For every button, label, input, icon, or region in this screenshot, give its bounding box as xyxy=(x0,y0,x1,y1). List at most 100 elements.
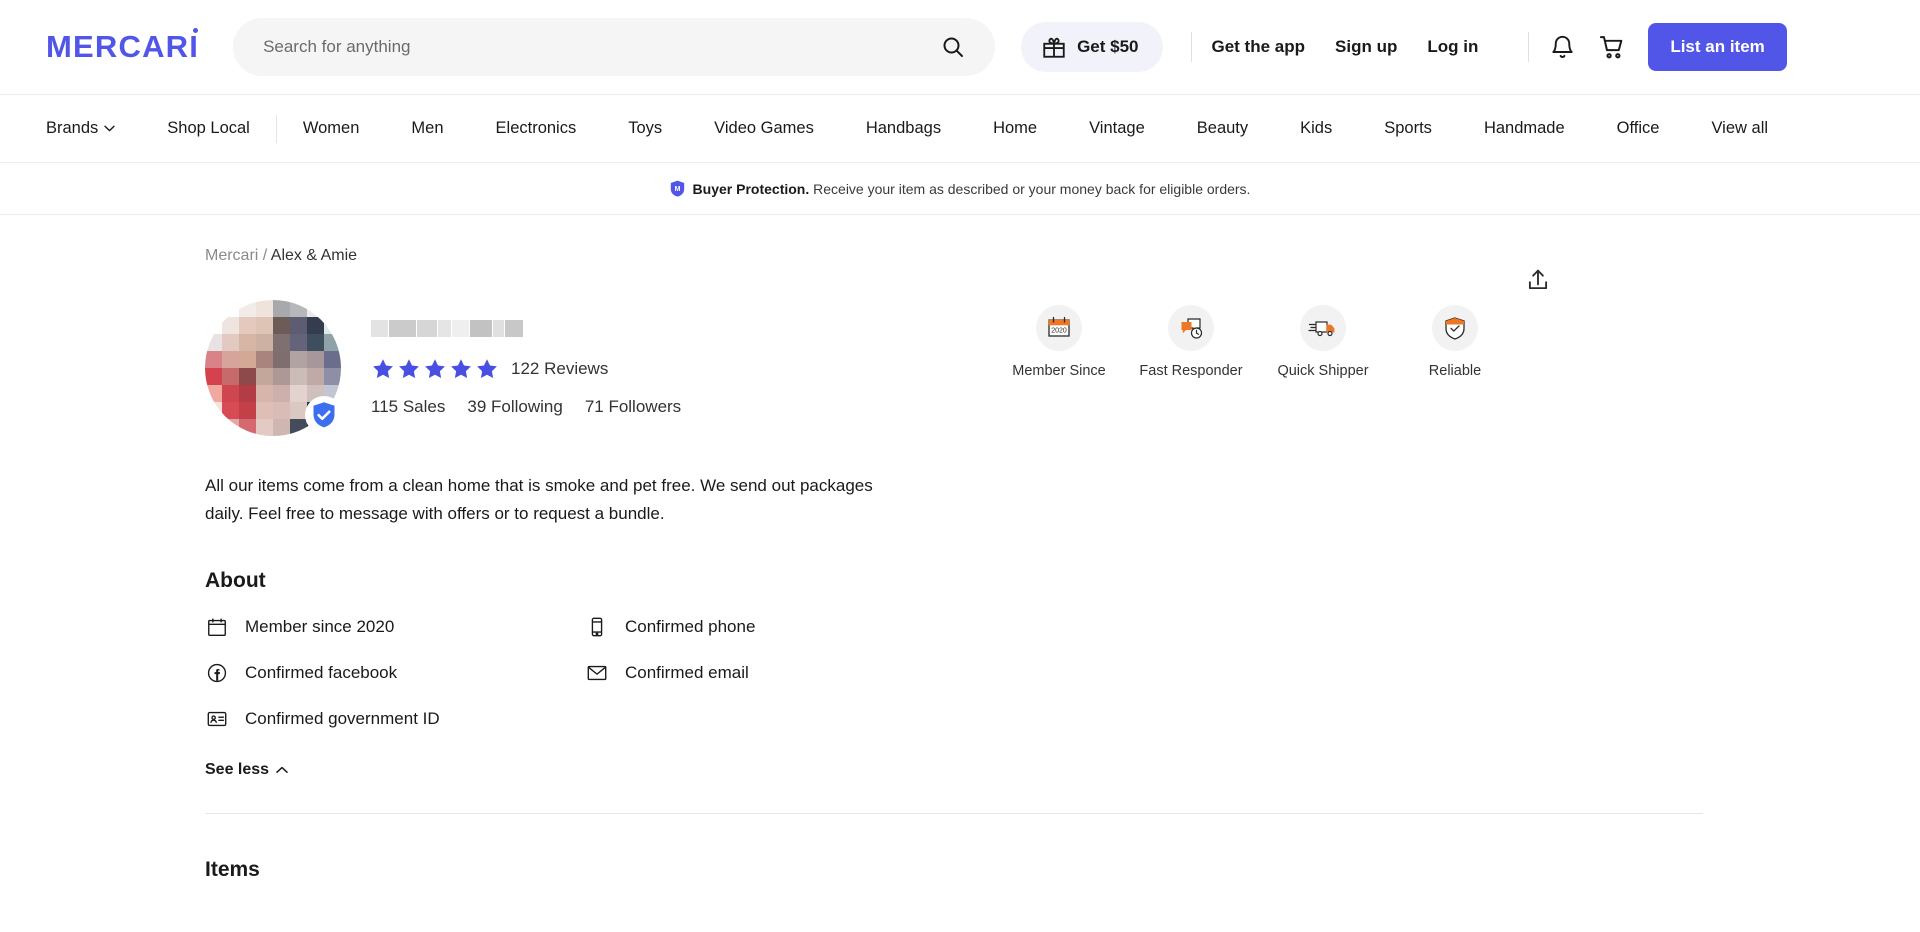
main-content: Mercari / Alex & Amie 122 Reviews 115 Sa… xyxy=(0,215,1920,882)
get-50-button[interactable]: Get $50 xyxy=(1021,22,1163,72)
avatar-pixel xyxy=(256,300,273,317)
avatar-pixel xyxy=(307,334,324,351)
category-nav: Brands Shop Local Women Men Electronics … xyxy=(0,95,1920,163)
nav-item-handbags[interactable]: Handbags xyxy=(866,119,941,138)
share-button[interactable] xyxy=(1521,263,1555,297)
banner-text: Buyer Protection. Receive your item as d… xyxy=(693,181,1251,197)
breadcrumb: Mercari / Alex & Amie xyxy=(205,215,1715,265)
avatar-pixel xyxy=(205,351,222,368)
see-less-label: See less xyxy=(205,761,270,779)
avatar-pixel xyxy=(256,351,273,368)
avatar-pixel xyxy=(222,317,239,334)
nav-item-office[interactable]: Office xyxy=(1617,119,1660,138)
nav-item-electronics[interactable]: Electronics xyxy=(496,119,577,138)
seller-name-redacted xyxy=(371,320,523,337)
nav-item-handmade[interactable]: Handmade xyxy=(1484,119,1565,138)
avatar-pixel xyxy=(222,351,239,368)
avatar-pixel xyxy=(324,368,341,385)
badge-fast-responder[interactable]: Fast Responder xyxy=(1137,305,1245,382)
log-in-link[interactable]: Log in xyxy=(1427,37,1478,57)
avatar-pixel xyxy=(273,317,290,334)
avatar-pixel xyxy=(290,385,307,402)
see-less-button[interactable]: See less xyxy=(205,761,288,779)
logo-text: MERCARI xyxy=(46,29,200,64)
nav-item-view-all[interactable]: View all xyxy=(1711,119,1768,138)
avatar-container[interactable] xyxy=(205,300,343,436)
nav-item-brands[interactable]: Brands xyxy=(46,119,115,138)
avatar-pixel xyxy=(290,419,307,436)
reviews-count[interactable]: 122 Reviews xyxy=(511,359,608,379)
avatar-pixel xyxy=(222,334,239,351)
breadcrumb-root[interactable]: Mercari xyxy=(205,247,258,264)
redacted-block xyxy=(452,320,469,337)
badge-member-since[interactable]: 2020 Member Since xyxy=(1005,305,1113,382)
avatar-pixel xyxy=(324,334,341,351)
avatar-pixel xyxy=(205,317,222,334)
nav-item-vintage[interactable]: Vintage xyxy=(1089,119,1145,138)
avatar-pixel xyxy=(205,419,222,436)
avatar-pixel xyxy=(290,317,307,334)
nav-item-men[interactable]: Men xyxy=(411,119,443,138)
avatar-pixel xyxy=(222,300,239,317)
seller-badges: 2020 Member Since Fast Responder Quick S… xyxy=(1005,305,1509,382)
chevron-down-icon xyxy=(104,125,115,132)
nav-item-beauty[interactable]: Beauty xyxy=(1197,119,1248,138)
star-rating xyxy=(371,357,499,381)
redacted-block xyxy=(371,320,388,337)
about-item-confirmed-government-id: Confirmed government ID xyxy=(205,707,585,731)
nav-item-shop-local[interactable]: Shop Local xyxy=(167,119,250,138)
avatar-pixel xyxy=(256,334,273,351)
site-header: MERCARI Get $50 Get the app Sign up Log … xyxy=(0,0,1920,95)
redacted-block xyxy=(438,320,452,337)
nav-divider xyxy=(275,114,277,143)
badge-label: Quick Shipper xyxy=(1277,363,1369,379)
badge-quick-shipper[interactable]: Quick Shipper xyxy=(1269,305,1377,382)
about-item-label: Confirmed government ID xyxy=(245,709,440,729)
notifications-button[interactable] xyxy=(1549,34,1576,61)
avatar-pixel xyxy=(273,300,290,317)
phone-icon xyxy=(585,615,609,639)
sign-up-link[interactable]: Sign up xyxy=(1335,37,1397,57)
badge-label: Reliable xyxy=(1428,363,1482,379)
avatar-pixel xyxy=(256,419,273,436)
search-button[interactable] xyxy=(939,33,967,61)
badge-icon-wrap xyxy=(1168,305,1214,351)
avatar-pixel xyxy=(290,300,307,317)
stat-following[interactable]: 39 Following xyxy=(467,397,562,417)
items-heading: Items xyxy=(205,858,260,882)
avatar-pixel xyxy=(290,351,307,368)
about-item-label: Confirmed phone xyxy=(625,617,756,637)
nav-item-women[interactable]: Women xyxy=(303,119,360,138)
badge-reliable[interactable]: Reliable xyxy=(1401,305,1509,382)
nav-item-sports[interactable]: Sports xyxy=(1384,119,1432,138)
nav-item-toys[interactable]: Toys xyxy=(628,119,662,138)
redacted-block xyxy=(388,320,417,337)
avatar-pixel xyxy=(239,351,256,368)
list-an-item-button[interactable]: List an item xyxy=(1648,23,1787,71)
nav-item-home[interactable]: Home xyxy=(993,119,1037,138)
star-icon xyxy=(399,359,419,379)
nav-item-kids[interactable]: Kids xyxy=(1300,119,1332,138)
share-icon xyxy=(1528,269,1548,290)
avatar-pixel xyxy=(273,351,290,368)
avatar-pixel xyxy=(222,419,239,436)
nav-brands-label: Brands xyxy=(46,119,99,137)
shield-check-icon xyxy=(1445,317,1465,340)
get-the-app-link[interactable]: Get the app xyxy=(1212,37,1306,57)
mercari-logo[interactable]: MERCARI xyxy=(46,28,200,65)
avatar-pixel xyxy=(307,317,324,334)
avatar-pixel xyxy=(222,402,239,419)
about-item-member-since: Member since 2020 xyxy=(205,615,585,639)
redacted-block xyxy=(492,320,504,337)
search-bar[interactable] xyxy=(233,18,996,76)
envelope-icon xyxy=(585,661,609,685)
nav-item-video-games[interactable]: Video Games xyxy=(714,119,814,138)
avatar-pixel xyxy=(324,351,341,368)
cart-button[interactable] xyxy=(1598,33,1626,61)
calendar-2020-icon: 2020 xyxy=(1048,316,1070,337)
search-input[interactable] xyxy=(263,37,940,57)
stat-followers[interactable]: 71 Followers xyxy=(585,397,681,417)
search-icon xyxy=(943,37,964,57)
stat-sales[interactable]: 115 Sales xyxy=(371,397,445,417)
avatar-pixel xyxy=(205,402,222,419)
